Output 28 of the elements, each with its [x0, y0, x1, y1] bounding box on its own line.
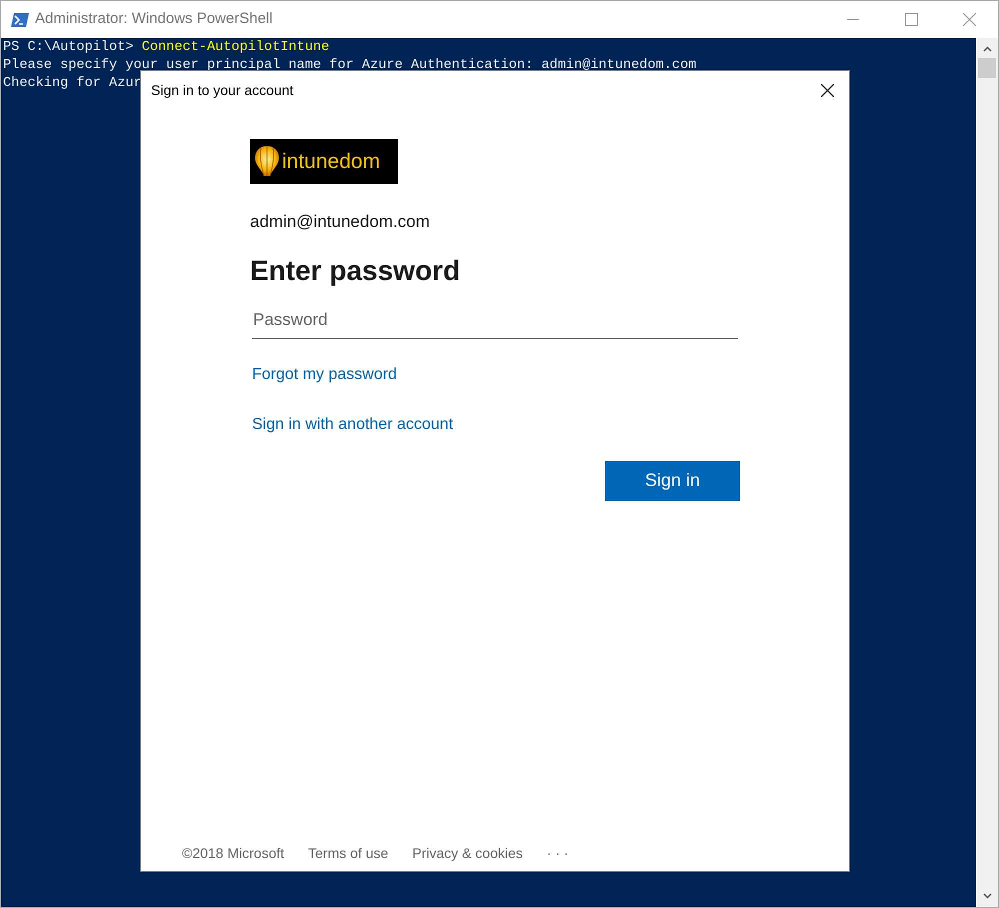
console-output: Please specify your user principal name for Azure Authentication: admin@intunedom.com [3, 58, 696, 73]
close-icon [820, 84, 834, 96]
footer-link[interactable]: · · · [546, 843, 569, 864]
terminal-icon [11, 12, 29, 28]
sign-in-button[interactable]: Sign in [605, 460, 740, 500]
scroll-down-icon [982, 893, 992, 899]
password-field[interactable]: Password [252, 302, 738, 338]
maximize-icon [904, 13, 918, 26]
account-link[interactable]: Sign in with another account [252, 412, 454, 436]
footer-link[interactable]: Privacy & cookies [412, 843, 523, 864]
close-button[interactable] [819, 82, 835, 98]
minimize-icon [847, 18, 859, 20]
scroll-up-icon [982, 46, 992, 52]
dialog-title: Sign in to your account [151, 80, 294, 100]
console-output: Checking for Azur [3, 76, 142, 91]
close-icon [962, 13, 976, 26]
console-command: Connect-AutopilotIntune [142, 40, 330, 55]
footer-link[interactable]: Terms of use [308, 843, 388, 864]
scrollbar-thumb[interactable] [978, 58, 996, 78]
logo-text: intunedom [282, 148, 380, 175]
account-email: admin@intunedom.com [250, 211, 431, 233]
window-title: Administrator: Windows PowerShell [35, 9, 273, 30]
balloon-icon [254, 144, 280, 178]
copyright-text: ©2018 Microsoft [182, 844, 284, 863]
console-prompt: PS C:\Autopilot> [3, 40, 135, 55]
scrollbar[interactable] [976, 38, 998, 907]
dialog-heading: Enter password [250, 254, 462, 288]
account-link[interactable]: Forgot my password [252, 362, 397, 386]
